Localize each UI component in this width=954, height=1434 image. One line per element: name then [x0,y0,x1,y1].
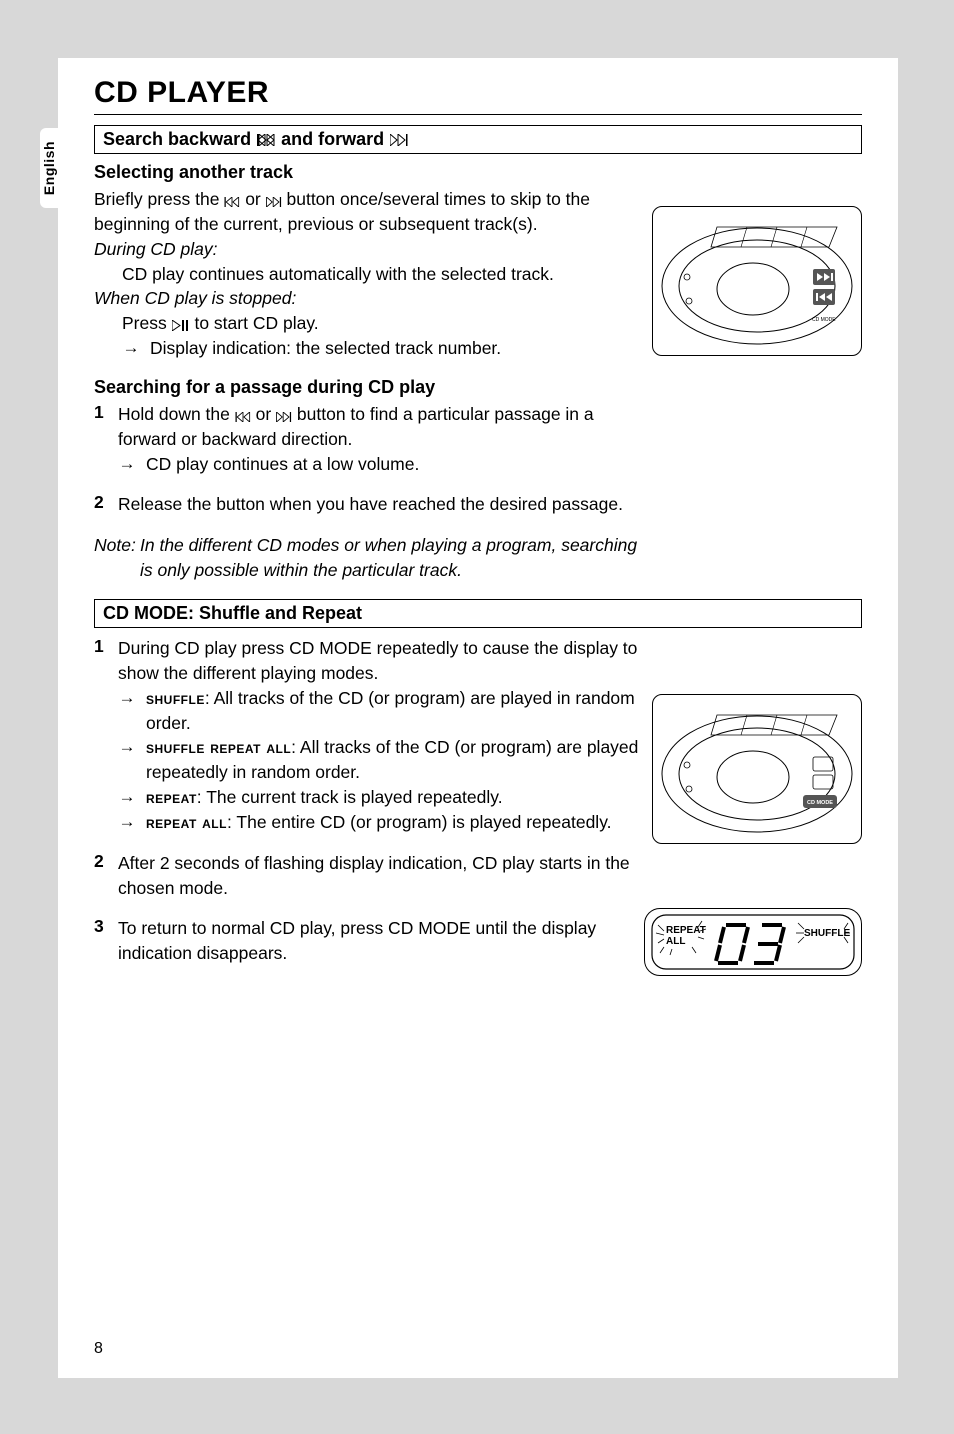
mode-bullet-shuffle: → shuffle: All tracks of the CD (or prog… [94,686,654,736]
svg-text:REPEAT: REPEAT [666,925,706,936]
when-stopped-label: When CD play is stopped: [94,286,654,311]
mode-label: repeat all [146,812,227,832]
subheading-searching-passage: Searching for a passage during CD play [94,377,654,398]
page-number: 8 [94,1340,103,1358]
figure-cd-player-skip: CD MODE [652,206,862,356]
selecting-track-paragraph: Briefly press the or button once/several… [94,187,654,237]
during-cd-play-text: CD play continues automatically with the… [94,262,654,287]
language-label: English [41,141,57,195]
mode-step-3-text: To return to normal CD play, press CD MO… [118,916,654,966]
skip-back-icon [257,134,275,146]
mode-step-1-text: During CD play press CD MODE repeatedly … [118,636,654,686]
svg-text:CD MODE: CD MODE [807,800,833,806]
title-rule [94,114,862,115]
mode-bullet-shuffle-repeat-all: → shuffle repeat all: All tracks of the … [94,735,654,785]
heading-text-pre: Search backward [103,129,251,150]
arrow-icon: → [118,785,136,809]
display-indication-text: Display indication: the selected track n… [150,336,654,361]
note-text: Note: In the different CD modes or when … [94,533,654,583]
section-heading-cd-mode: CD MODE: Shuffle and Repeat [94,599,862,628]
mode-step-2-row: 2 After 2 seconds of flashing display in… [94,851,654,901]
mode-label: shuffle [146,688,205,708]
mode-bullet-repeat: → repeat: The current track is played re… [94,785,654,810]
figure-cd-player-mode: CD MODE [652,694,862,844]
svg-text:SHUFFLE: SHUFFLE [804,928,850,939]
step-2-text: Release the button when you have reached… [118,492,654,517]
figure-lcd-display: REPEAT ALL SHUF [644,908,862,976]
heading-text-mid: and forward [281,129,384,150]
mode-desc: : The current track is played repeatedly… [197,787,503,807]
svg-text:ALL: ALL [666,936,685,947]
step-1-row: 1 Hold down the or button to find a part… [94,402,654,452]
display-indication-row: → Display indication: the selected track… [94,336,654,361]
mode-label: repeat [146,787,197,807]
step-2-row: 2 Release the button when you have reach… [94,492,654,517]
arrow-icon: → [122,336,140,360]
skip-forward-icon [266,197,282,207]
skip-back-icon [224,197,240,207]
arrow-icon: → [118,686,136,710]
mode-bullet-repeat-all: → repeat all: The entire CD (or program)… [94,810,654,835]
step-number: 2 [94,492,108,513]
lcd-display-icon: REPEAT ALL SHUF [648,911,858,973]
mode-step-1-row: 1 During CD play press CD MODE repeatedl… [94,636,654,686]
play-pause-icon [172,320,190,331]
cd-player-illustration-icon: CD MODE [657,699,857,839]
arrow-icon: → [118,452,136,476]
during-cd-play-label: During CD play: [94,237,654,262]
step-1-result-text: CD play continues at a low volume. [146,452,654,477]
mode-step-3-row: 3 To return to normal CD play, press CD … [94,916,654,966]
skip-back-icon [235,412,251,422]
page-title: CD PLAYER [94,76,862,110]
arrow-icon: → [118,810,136,834]
section-heading-search: Search backward and forward [94,125,862,154]
mode-desc: : All tracks of the CD (or program) are … [146,688,635,733]
step-number: 2 [94,851,108,872]
mode-label: shuffle repeat all [146,737,291,757]
step-1-text: Hold down the or button to find a partic… [118,402,654,452]
skip-forward-icon [390,134,408,146]
page-content: CD PLAYER Search backward and forward [58,58,898,1378]
svg-text:CD MODE: CD MODE [812,317,836,323]
language-tab: English [40,128,58,208]
subheading-selecting-track: Selecting another track [94,162,654,183]
arrow-icon: → [118,735,136,759]
step-number: 1 [94,402,108,423]
step-1-result-row: → CD play continues at a low volume. [94,452,654,477]
step-number: 3 [94,916,108,937]
skip-forward-icon [276,412,292,422]
when-stopped-text: Press to start CD play. [94,311,654,336]
cd-player-illustration-icon: CD MODE [657,211,857,351]
step-number: 1 [94,636,108,657]
mode-desc: : The entire CD (or program) is played r… [227,812,612,832]
mode-step-2-text: After 2 seconds of flashing display indi… [118,851,654,901]
